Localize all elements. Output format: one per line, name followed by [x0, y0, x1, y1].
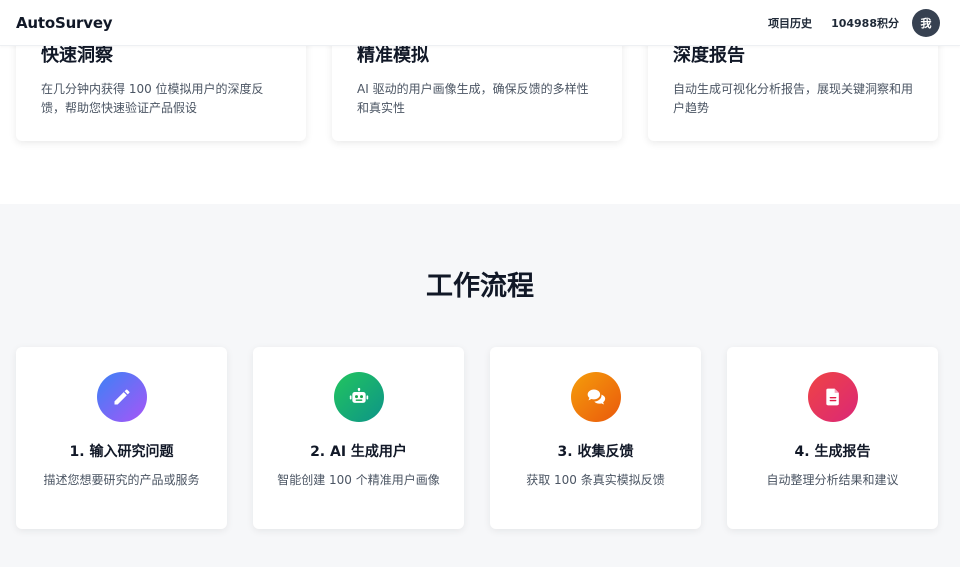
- section-title: 工作流程: [426, 271, 534, 302]
- step-title: 4. 生成报告: [794, 444, 871, 460]
- document-icon: [807, 372, 858, 422]
- step-desc: 描述您想要研究的产品或服务: [43, 473, 200, 487]
- step-desc: 自动整理分析结果和建议: [766, 473, 899, 487]
- feature-title: 精准模拟: [357, 45, 429, 66]
- top-navbar: AutoSurvey 项目历史 104988积分 我: [0, 0, 960, 46]
- robot-icon: [333, 372, 384, 422]
- feature-desc: 在几分钟内获得 100 位模拟用户的深度反馈，帮助您快速验证产品假设: [41, 82, 264, 115]
- step-title: 1. 输入研究问题: [69, 444, 174, 460]
- workflow-section: 工作流程 1. 输入研究问题 描述您想要研究的产品或服务 2. AI 生成用户 …: [0, 204, 960, 567]
- step-title: 3. 收集反馈: [557, 444, 634, 460]
- workflow-step-4: 4. 生成报告 自动整理分析结果和建议: [727, 347, 938, 529]
- step-desc: 智能创建 100 个精准用户画像: [277, 473, 440, 487]
- navbar-right: 项目历史 104988积分 我: [768, 8, 940, 37]
- workflow-step-3: 3. 收集反馈 获取 100 条真实模拟反馈: [490, 347, 701, 529]
- feature-title: 快速洞察: [41, 45, 113, 66]
- chat-bubbles-icon: [570, 372, 621, 422]
- workflow-step-2: 2. AI 生成用户 智能创建 100 个精准用户画像: [253, 347, 464, 529]
- pencil-icon: [96, 372, 147, 422]
- workflow-step-1: 1. 输入研究问题 描述您想要研究的产品或服务: [16, 347, 227, 529]
- app-logo[interactable]: AutoSurvey: [16, 14, 113, 32]
- feature-desc: 自动生成可视化分析报告，展现关键洞察和用户趋势: [673, 82, 914, 115]
- feature-desc: AI 驱动的用户画像生成，确保反馈的多样性和真实性: [357, 82, 589, 115]
- feature-title: 深度报告: [673, 45, 745, 66]
- step-title: 2. AI 生成用户: [310, 444, 407, 460]
- avatar[interactable]: 我: [912, 8, 940, 37]
- project-history-link[interactable]: 项目历史: [768, 15, 812, 31]
- step-desc: 获取 100 条真实模拟反馈: [526, 473, 665, 487]
- points-balance: 104988积分: [831, 16, 899, 30]
